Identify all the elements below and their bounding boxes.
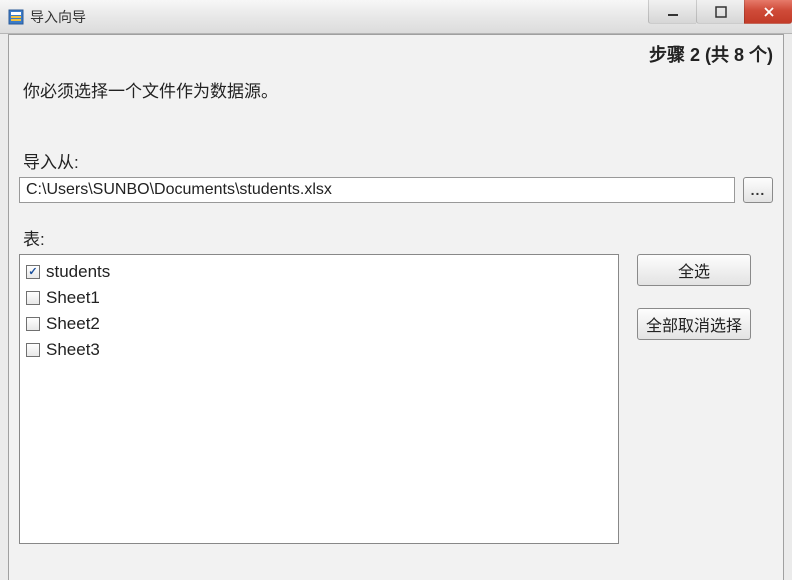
tables-label: 表: xyxy=(19,225,773,250)
instruction-text: 你必须选择一个文件作为数据源。 xyxy=(19,77,773,102)
file-path-input[interactable] xyxy=(19,177,735,203)
window-controls xyxy=(648,0,792,24)
file-row: ... xyxy=(19,177,773,203)
minimize-icon xyxy=(667,6,679,18)
tables-row: students Sheet1 Sheet2 Sheet3 全选 全部取消选择 xyxy=(19,254,773,544)
table-checkbox[interactable] xyxy=(26,291,40,305)
import-from-label: 导入从: xyxy=(19,148,773,173)
side-buttons: 全选 全部取消选择 xyxy=(637,254,751,544)
maximize-button[interactable] xyxy=(696,0,744,24)
table-row[interactable]: Sheet2 xyxy=(26,311,612,337)
browse-button[interactable]: ... xyxy=(743,177,773,203)
table-row[interactable]: Sheet1 xyxy=(26,285,612,311)
titlebar: 导入向导 xyxy=(0,0,792,34)
close-button[interactable] xyxy=(744,0,792,24)
window-title: 导入向导 xyxy=(30,7,86,27)
table-name: Sheet2 xyxy=(46,314,100,334)
minimize-button[interactable] xyxy=(648,0,696,24)
table-checkbox[interactable] xyxy=(26,317,40,331)
close-icon xyxy=(763,6,775,18)
deselect-all-button[interactable]: 全部取消选择 xyxy=(637,308,751,340)
import-wizard-window: 导入向导 步骤 2 (共 8 个) 你必须选择一个文件作为数据源。 xyxy=(0,0,792,580)
table-checkbox[interactable] xyxy=(26,265,40,279)
maximize-icon xyxy=(715,6,727,18)
tables-list[interactable]: students Sheet1 Sheet2 Sheet3 xyxy=(19,254,619,544)
table-row[interactable]: Sheet3 xyxy=(26,337,612,363)
table-name: students xyxy=(46,262,110,282)
select-all-button[interactable]: 全选 xyxy=(637,254,751,286)
step-indicator: 步骤 2 (共 8 个) xyxy=(19,41,773,67)
table-name: Sheet3 xyxy=(46,340,100,360)
table-name: Sheet1 xyxy=(46,288,100,308)
table-checkbox[interactable] xyxy=(26,343,40,357)
app-icon xyxy=(8,9,24,25)
content-area: 步骤 2 (共 8 个) 你必须选择一个文件作为数据源。 导入从: ... 表:… xyxy=(8,34,784,580)
table-row[interactable]: students xyxy=(26,259,612,285)
